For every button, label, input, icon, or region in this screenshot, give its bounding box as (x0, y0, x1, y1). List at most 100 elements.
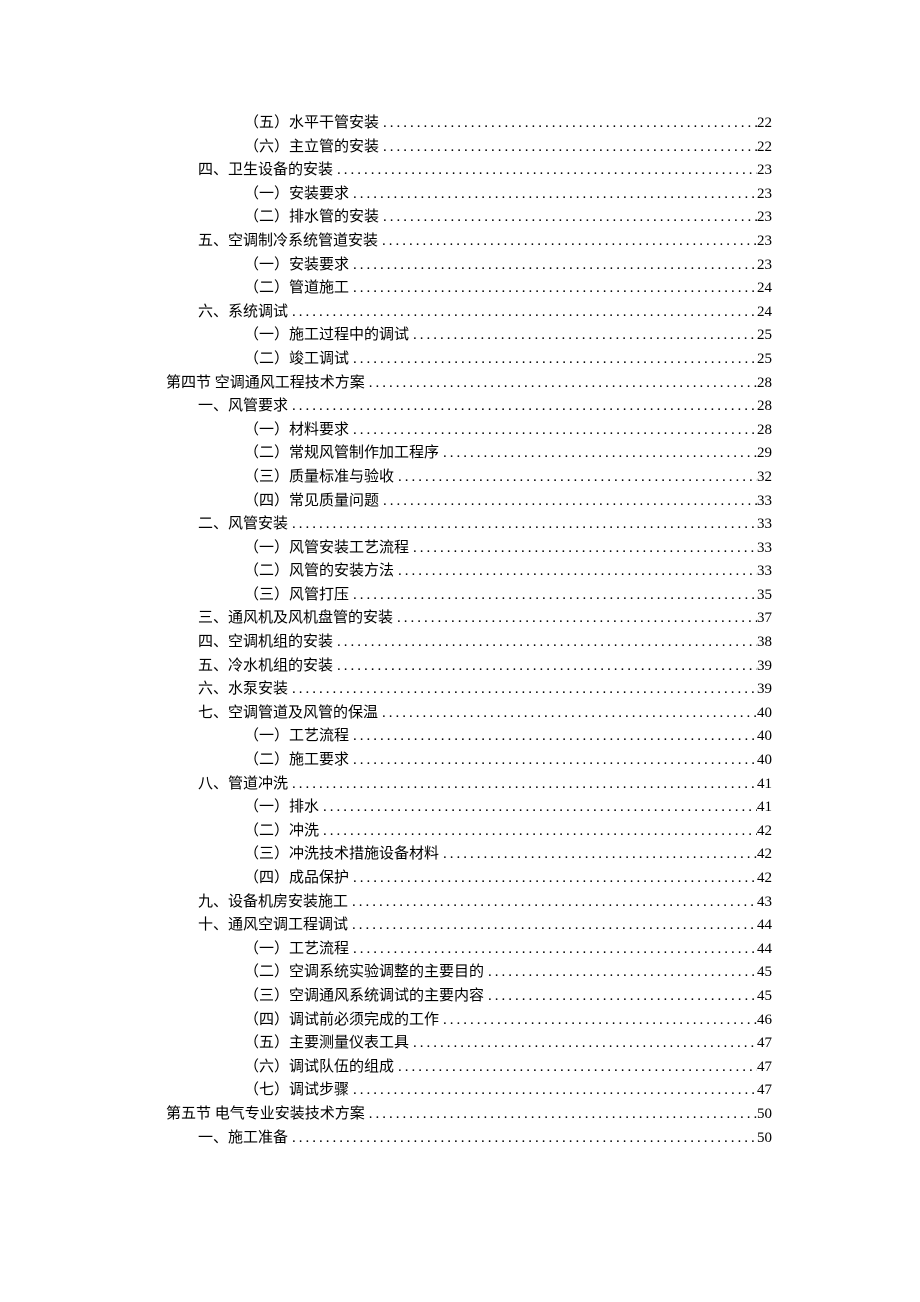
toc-entry-label: （三）风管打压 (244, 584, 349, 608)
toc-entry: （四）常见质量问题 33 (166, 490, 772, 514)
toc-entry: （一）工艺流程44 (166, 938, 772, 962)
toc-entry-label: （四）成品保护 (244, 867, 349, 891)
toc-leader-dots (349, 938, 757, 962)
toc-entry: 六、系统调试24 (166, 301, 772, 325)
toc-leader-dots (394, 1056, 757, 1080)
toc-entry: （六）主立管的安装22 (166, 136, 772, 160)
toc-leader-dots (349, 749, 757, 773)
toc-entry: （一）排水41 (166, 796, 772, 820)
toc-entry-label: （三）质量标准与验收 (244, 466, 394, 490)
toc-entry-page: 28 (757, 372, 772, 396)
toc-entry: 二、风管安装 33 (166, 513, 772, 537)
toc-entry-label: （二）管道施工 (244, 277, 349, 301)
toc-entry-page: 40 (757, 702, 772, 726)
toc-entry-page: 45 (757, 961, 772, 985)
toc-leader-dots (288, 301, 757, 325)
toc-entry: （二）排水管的安装23 (166, 206, 772, 230)
toc-leader-dots (349, 183, 757, 207)
toc-entry: （三）质量标准与验收32 (166, 466, 772, 490)
toc-entry-page: 47 (757, 1056, 772, 1080)
toc-entry: （一）安装要求23 (166, 254, 772, 278)
toc-leader-dots (393, 607, 757, 631)
toc-entry-page: 45 (757, 985, 772, 1009)
toc-entry-label: （二）竣工调试 (244, 348, 349, 372)
toc-leader-dots (288, 1127, 757, 1151)
toc-entry: （一）安装要求23 (166, 183, 772, 207)
toc-entry-page: 41 (757, 773, 772, 797)
toc-leader-dots (379, 490, 757, 514)
toc-entry: 四、卫生设备的安装23 (166, 159, 772, 183)
toc-leader-dots (379, 206, 757, 230)
toc-entry-label: 四、空调机组的安装 (198, 631, 333, 655)
toc-entry-label: 六、水泵安装 (198, 678, 288, 702)
toc-entry: （四）调试前必须完成的工作46 (166, 1009, 772, 1033)
toc-leader-dots (348, 891, 757, 915)
toc-entry: （四）成品保护42 (166, 867, 772, 891)
toc-entry-label: 十、通风空调工程调试 (198, 914, 348, 938)
toc-entry-label: 八、管道冲洗 (198, 773, 288, 797)
toc-entry: （二）管道施工24 (166, 277, 772, 301)
toc-entry-page: 28 (757, 419, 772, 443)
toc-leader-dots (349, 584, 757, 608)
toc-entry-label: 五、空调制冷系统管道安装 (198, 230, 378, 254)
toc-entry: （三）空调通风系统调试的主要内容45 (166, 985, 772, 1009)
toc-entry: 四、空调机组的安装 38 (166, 631, 772, 655)
toc-leader-dots (319, 796, 757, 820)
toc-entry-page: 37 (757, 607, 772, 631)
toc-entry-page: 38 (757, 631, 772, 655)
toc-entry-label: （一）安装要求 (244, 254, 349, 278)
toc-entry-page: 35 (757, 584, 772, 608)
toc-entry: （二）常规风管制作加工程序29 (166, 442, 772, 466)
toc-entry-label: （一）工艺流程 (244, 725, 349, 749)
toc-entry-page: 50 (757, 1127, 772, 1151)
toc-entry: （七）调试步骤 47 (166, 1079, 772, 1103)
toc-entry-label: （二）施工要求 (244, 749, 349, 773)
toc-entry-label: 六、系统调试 (198, 301, 288, 325)
toc-leader-dots (349, 419, 757, 443)
toc-entry-label: 一、风管要求 (198, 395, 288, 419)
toc-entry-label: 四、卫生设备的安装 (198, 159, 333, 183)
toc-entry-label: （一）排水 (244, 796, 319, 820)
toc-entry: （三）风管打压 35 (166, 584, 772, 608)
toc-leader-dots (379, 112, 757, 136)
toc-entry-label: （六）调试队伍的组成 (244, 1056, 394, 1080)
toc-leader-dots (409, 537, 757, 561)
toc-entry-label: （一）施工过程中的调试 (244, 324, 409, 348)
toc-leader-dots (288, 773, 757, 797)
toc-entry-label: 二、风管安装 (198, 513, 288, 537)
toc-leader-dots (349, 277, 757, 301)
toc-entry-page: 33 (757, 560, 772, 584)
toc-entry: （一）风管安装工艺流程33 (166, 537, 772, 561)
toc-entry: （一）材料要求28 (166, 419, 772, 443)
toc-entry-label: （四）常见质量问题 (244, 490, 379, 514)
toc-entry-label: （六）主立管的安装 (244, 136, 379, 160)
toc-entry-page: 23 (757, 230, 772, 254)
toc-entry-label: （二）常规风管制作加工程序 (244, 442, 439, 466)
toc-entry-page: 33 (757, 537, 772, 561)
toc-entry-page: 42 (757, 843, 772, 867)
toc-entry: 五、空调制冷系统管道安装 23 (166, 230, 772, 254)
toc-leader-dots (365, 1103, 757, 1127)
toc-entry-page: 44 (757, 914, 772, 938)
toc-entry-label: （七）调试步骤 (244, 1079, 349, 1103)
toc-leader-dots (365, 372, 757, 396)
toc-entry-page: 25 (757, 348, 772, 372)
toc-entry-label: （五）水平干管安装 (244, 112, 379, 136)
toc-leader-dots (439, 442, 757, 466)
toc-entry-page: 33 (757, 513, 772, 537)
toc-leader-dots (349, 348, 757, 372)
toc-entry-page: 50 (757, 1103, 772, 1127)
toc-leader-dots (333, 655, 757, 679)
toc-entry: （二）施工要求40 (166, 749, 772, 773)
toc-entry-page: 39 (757, 655, 772, 679)
toc-entry-label: （四）调试前必须完成的工作 (244, 1009, 439, 1033)
toc-leader-dots (333, 159, 757, 183)
toc-entry: 九、设备机房安装施工43 (166, 891, 772, 915)
toc-entry: （二）冲洗42 (166, 820, 772, 844)
toc-leader-dots (378, 702, 757, 726)
toc-entry-page: 47 (757, 1079, 772, 1103)
toc-entry: （六）调试队伍的组成 47 (166, 1056, 772, 1080)
toc-leader-dots (349, 1079, 757, 1103)
toc-entry-label: 五、冷水机组的安装 (198, 655, 333, 679)
toc-entry-page: 33 (757, 490, 772, 514)
